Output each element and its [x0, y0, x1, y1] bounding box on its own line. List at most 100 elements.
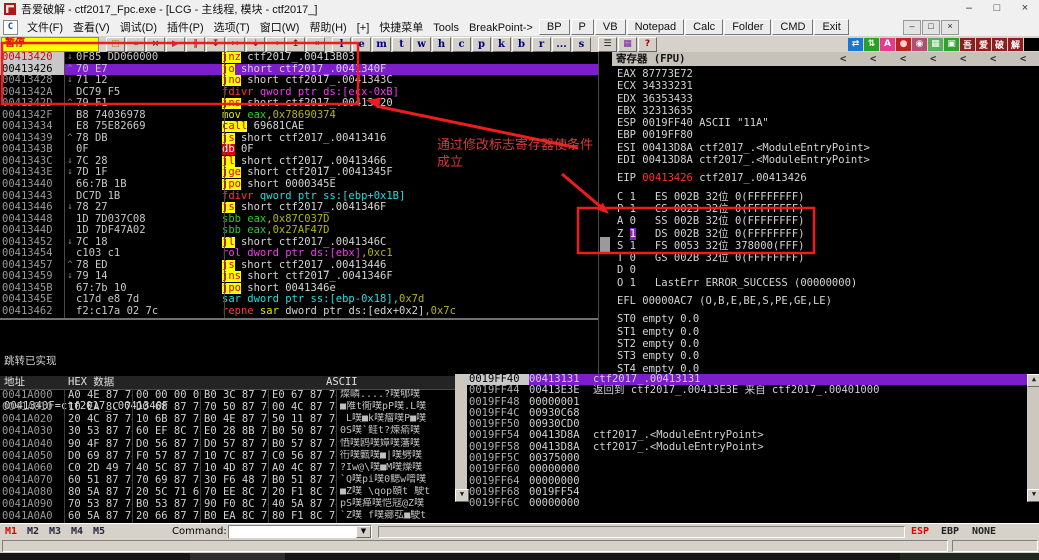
mdi-restore-button[interactable]: □: [922, 20, 940, 35]
register-row[interactable]: EBP 0019FF80: [612, 129, 1039, 141]
target-icon[interactable]: ◉: [912, 38, 927, 51]
toolbar-letter-button-r[interactable]: r: [532, 37, 551, 52]
disasm-row[interactable]: 0041344066:7B 1Bjpo short 0000345E: [0, 179, 598, 191]
menu-item[interactable]: Tools: [428, 21, 464, 35]
trace-into-button[interactable]: ⇣: [246, 37, 265, 52]
ebp-flag-label[interactable]: EBP: [941, 526, 959, 537]
toolbar-letter-button-b[interactable]: b: [512, 37, 531, 52]
minimize-button[interactable]: –: [955, 0, 983, 18]
help-button[interactable]: ?: [638, 37, 657, 52]
dump-row[interactable]: 0041A09070 53 87 74B0 53 87 7490 F0 8C 7…: [0, 498, 455, 510]
esp-flag-label[interactable]: ESP: [911, 526, 929, 537]
memory-tab-m4[interactable]: M4: [71, 526, 83, 537]
wu-icon[interactable]: 吾: [960, 38, 975, 51]
register-row[interactable]: ST1 empty 0.0: [612, 326, 1039, 338]
disasm-row[interactable]: 0041342D^79 F1jns short ctf2017_.0041342…: [0, 98, 598, 110]
dump-row[interactable]: 0041A060C0 2D 49 7740 5C 87 7410 4D 87 7…: [0, 462, 455, 474]
chevron-down-icon[interactable]: ▼: [356, 526, 371, 538]
register-row[interactable]: ESI 00413D8A ctf2017_.<ModuleEntryPoint>: [612, 142, 1039, 154]
collapse-arrow-icon[interactable]: <: [990, 52, 996, 66]
dump-row[interactable]: 0041A08080 5A 87 7420 5C 71 6F70 EE 8C 7…: [0, 486, 455, 498]
mdi-minimize-button[interactable]: –: [903, 20, 921, 35]
menu-item[interactable]: 选项(T): [209, 21, 255, 35]
stack-scrollbar[interactable]: ▲ ▼: [1027, 374, 1039, 500]
collapse-arrow-icon[interactable]: <: [960, 52, 966, 66]
register-row[interactable]: EIP 00413426 ctf2017_.00413426: [612, 172, 1039, 184]
toolbar-letter-button-l[interactable]: l: [332, 37, 351, 52]
dump-row[interactable]: 0041A000A0 4E 87 7400 00 00 00B0 3C 87 7…: [0, 389, 455, 401]
register-row[interactable]: ST4 empty 0.0: [612, 363, 1039, 375]
disasm-row[interactable]: 0041342FB8 74036978mov eax,0x78690374: [0, 110, 598, 122]
disasm-row[interactable]: 00413459↓79 14jns short ctf2017_.0041346…: [0, 271, 598, 283]
quick-button-notepad[interactable]: Notepad: [627, 19, 685, 35]
ascii-a-icon[interactable]: A: [880, 38, 895, 51]
register-row[interactable]: EAX 87773E72: [612, 68, 1039, 80]
register-row[interactable]: ECX 34333231: [612, 80, 1039, 92]
disasm-scrollbar[interactable]: [598, 52, 613, 374]
quick-button-bp[interactable]: BP: [539, 19, 570, 35]
quick-button-p[interactable]: P: [571, 19, 594, 35]
register-row[interactable]: EFL 00000AC7 (O,B,E,BE,S,PE,GE,LE): [612, 295, 1039, 307]
menu-item[interactable]: 插件(P): [162, 21, 209, 35]
toolbar-letter-button-h[interactable]: h: [432, 37, 451, 52]
menu-item[interactable]: 查看(V): [68, 21, 115, 35]
memory-tab-m5[interactable]: M5: [93, 526, 105, 537]
toolbar-letter-button-s[interactable]: s: [572, 37, 591, 52]
disasm-row[interactable]: 004134481D 7D037C08sbb eax,0x87C037D: [0, 214, 598, 226]
dump-scrollbar[interactable]: ▼: [455, 374, 467, 500]
disasm-scrollbar-thumb[interactable]: [600, 237, 610, 253]
disasm-row[interactable]: 00413434E8 75E82669call 69681CAE: [0, 121, 598, 133]
dump-row[interactable]: 0041A02020 4C 87 7410 6B 87 74B0 4E 87 7…: [0, 413, 455, 425]
go-to-address-button[interactable]: ⇥: [306, 37, 325, 52]
restart-button[interactable]: «: [126, 37, 145, 52]
command-input[interactable]: ▼: [228, 525, 372, 539]
toolbar-letter-button-e[interactable]: e: [352, 37, 371, 52]
register-row[interactable]: ST3 empty 0.0: [612, 350, 1039, 362]
dump-row[interactable]: 0041A01010 EA 8C 74D0 68 87 7470 50 87 7…: [0, 401, 455, 413]
disasm-row[interactable]: 00413454c103 c1rol dword ptr ds:[ebx],0x…: [0, 248, 598, 260]
register-row[interactable]: EDX 36353433: [612, 93, 1039, 105]
dump-row[interactable]: 0041A07060 51 87 7470 69 87 7430 F6 48 7…: [0, 474, 455, 486]
stack-row[interactable]: 0019FF6000000000: [467, 464, 1027, 475]
register-row[interactable]: EBX 32313635: [612, 105, 1039, 117]
disasm-row[interactable]: 0041344D1D 7DF47A02sbb eax,0x27AF47D: [0, 225, 598, 237]
memory-tab-m1[interactable]: M1: [5, 526, 17, 537]
mdi-child-icon[interactable]: C: [3, 20, 18, 35]
quick-button-vb[interactable]: VB: [595, 19, 626, 35]
close-button[interactable]: ×: [1011, 0, 1039, 18]
toolbar-letter-button-w[interactable]: w: [412, 37, 431, 52]
dump-row[interactable]: 0041A04090 4F 87 74D0 56 87 74D0 57 87 7…: [0, 438, 455, 450]
collapse-arrow-icon[interactable]: <: [1020, 52, 1026, 66]
breakpoint-dot-icon[interactable]: ●: [896, 38, 911, 51]
disasm-row[interactable]: 0041343E↓7D 1Fjge short ctf2017_.0041345…: [0, 167, 598, 179]
disasm-row[interactable]: 0041343B0Fdb 0F: [0, 144, 598, 156]
register-row[interactable]: D 0: [612, 264, 1039, 276]
register-row[interactable]: ST2 empty 0.0: [612, 338, 1039, 350]
memory-tab-m2[interactable]: M2: [27, 526, 39, 537]
disasm-row[interactable]: 0041343C↓7C 28jl short ctf2017_.00413466: [0, 156, 598, 168]
register-row[interactable]: P 1 CS 0023 32位 0(FFFFFFFF): [612, 203, 1039, 215]
register-row[interactable]: O 1 LastErr ERROR_SUCCESS (00000000): [612, 277, 1039, 289]
register-row[interactable]: T 0 GS 002B 32位 0(FFFFFFFF): [612, 252, 1039, 264]
disasm-row[interactable]: 0041345B67:7b 10jpo short 0041346e: [0, 283, 598, 295]
disassembly-pane[interactable]: 00413420↓0F85 DD060000jnz ctf2017_.00413…: [0, 52, 598, 318]
disasm-row[interactable]: 00413420↓0F85 DD060000jnz ctf2017_.00413…: [0, 52, 598, 64]
register-row[interactable]: S 1 FS 0053 32位 378000(FFF): [612, 240, 1039, 252]
trace-over-button[interactable]: ⇢: [266, 37, 285, 52]
toolbar-letter-button-k[interactable]: k: [492, 37, 511, 52]
menu-item[interactable]: [+]: [352, 21, 375, 35]
open-file-button[interactable]: ◰: [106, 37, 125, 52]
menu-item[interactable]: 文件(F): [22, 21, 68, 35]
toolbar-letter-button-c[interactable]: c: [452, 37, 471, 52]
dump-row[interactable]: 0041A0A060 5A 87 7420 66 87 74B0 EA 8C 7…: [0, 510, 455, 522]
black-square-icon[interactable]: [1024, 38, 1039, 51]
disasm-row[interactable]: 0041345Ec17d e8 7dsar dword ptr ss:[ebp-…: [0, 294, 598, 306]
mdi-close-button[interactable]: ×: [941, 20, 959, 35]
run-button[interactable]: ▶: [166, 37, 185, 52]
collapse-arrow-icon[interactable]: <: [930, 52, 936, 66]
updown-icon[interactable]: ⇅: [864, 38, 879, 51]
none-flag-label[interactable]: NONE: [972, 526, 996, 537]
register-row[interactable]: ST0 empty 0.0: [612, 313, 1039, 325]
disasm-row[interactable]: 0041342ADC79 F5fdivr qword ptr ds:[ecx-0…: [0, 87, 598, 99]
windows-grid-button[interactable]: ▦: [618, 37, 637, 52]
